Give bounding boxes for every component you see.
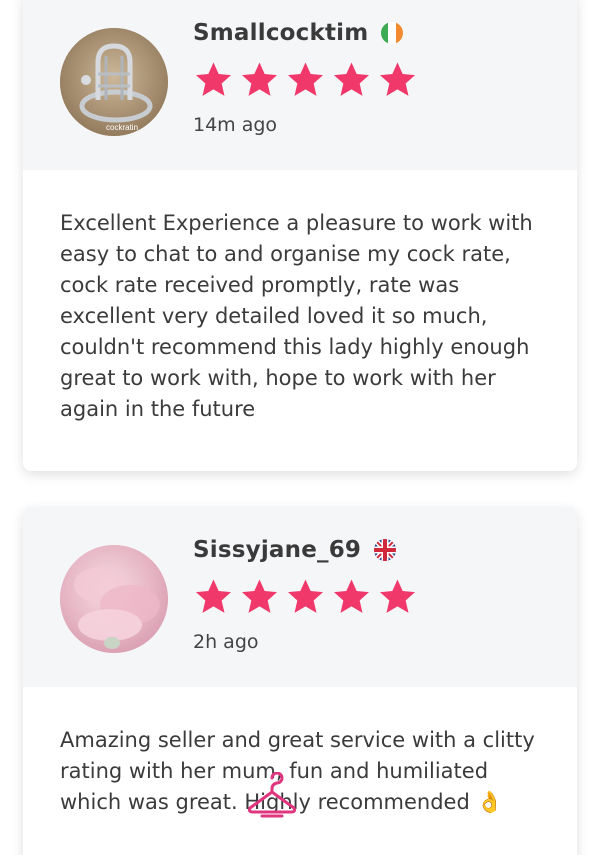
hanger-logo-icon	[247, 772, 297, 818]
username[interactable]: Smallcocktim	[193, 20, 368, 46]
avatar[interactable]: cockratin	[60, 28, 168, 136]
review-header: cockratin Smallcocktim 14m ago	[23, 0, 577, 170]
star-rating	[193, 577, 418, 617]
star-icon	[242, 62, 277, 96]
avatar[interactable]	[60, 545, 168, 653]
ireland-flag-icon	[381, 22, 404, 44]
review-card: Sissyjane_69 2h ago Amazing seller and g…	[23, 507, 577, 855]
username-row: Sissyjane_69	[193, 537, 397, 563]
review-text: Excellent Experience a pleasure to work …	[60, 211, 533, 421]
username-row: Smallcocktim	[193, 20, 404, 46]
star-icon	[242, 579, 277, 613]
star-icon	[380, 62, 415, 96]
star-rating	[193, 60, 418, 100]
review-time: 2h ago	[193, 631, 259, 653]
review-header: Sissyjane_69 2h ago	[23, 507, 577, 687]
reviews-page: cockratin Smallcocktim 14m ago Excellent…	[0, 0, 600, 855]
star-icon	[334, 62, 369, 96]
star-icon	[196, 579, 231, 613]
avatar-label: cockratin	[106, 123, 138, 132]
pink-fluffy-avatar-icon	[60, 545, 168, 653]
star-icon	[288, 579, 323, 613]
username[interactable]: Sissyjane_69	[193, 537, 361, 563]
uk-flag-icon	[374, 539, 397, 561]
star-icon	[288, 62, 323, 96]
review-card: cockratin Smallcocktim 14m ago Excellent…	[23, 0, 577, 471]
review-text: Amazing seller and great service with a …	[60, 728, 535, 814]
star-icon	[380, 579, 415, 613]
review-time: 14m ago	[193, 114, 278, 136]
star-icon	[334, 579, 369, 613]
chastity-cage-avatar-icon: cockratin	[60, 28, 168, 136]
star-icon	[196, 62, 231, 96]
